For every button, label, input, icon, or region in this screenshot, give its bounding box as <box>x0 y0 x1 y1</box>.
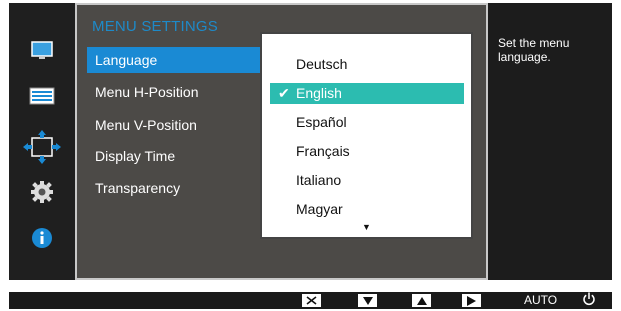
system-icon[interactable] <box>9 176 75 208</box>
language-option-deutsch[interactable]: Deutsch <box>270 54 464 75</box>
close-icon <box>306 296 317 305</box>
down-button[interactable] <box>358 294 377 307</box>
menu-item-display-time[interactable]: Display Time <box>87 143 267 169</box>
language-option-espanol[interactable]: Español <box>270 112 464 133</box>
size-position-icon[interactable] <box>9 130 75 164</box>
language-dropdown[interactable]: Deutsch ✔ English Español Français Italia… <box>260 32 473 239</box>
menu-item-language[interactable]: Language <box>87 47 263 73</box>
info-icon[interactable] <box>9 222 75 254</box>
auto-button[interactable]: AUTO <box>524 293 557 307</box>
menu-item-transparency[interactable]: Transparency <box>87 175 267 201</box>
menu-item-menu-v-position[interactable]: Menu V-Position <box>87 112 267 138</box>
triangle-right-icon <box>467 295 476 306</box>
language-option-italiano[interactable]: Italiano <box>270 170 464 191</box>
icon-sidebar <box>9 3 75 280</box>
menu-title: MENU SETTINGS <box>92 18 218 35</box>
close-button[interactable] <box>302 294 321 307</box>
language-option-francais[interactable]: Français <box>270 141 464 162</box>
scroll-down-icon[interactable]: ▼ <box>362 222 371 232</box>
triangle-up-icon <box>416 296 427 305</box>
up-button[interactable] <box>412 294 431 307</box>
menu-item-menu-h-position[interactable]: Menu H-Position <box>87 79 267 105</box>
picture-icon[interactable] <box>9 35 75 67</box>
power-icon <box>583 292 595 306</box>
check-icon: ✔ <box>278 85 290 101</box>
language-option-english[interactable]: ✔ English <box>270 83 464 104</box>
enter-button[interactable] <box>462 294 481 307</box>
triangle-down-icon <box>362 296 373 305</box>
language-option-magyar[interactable]: Magyar <box>270 199 464 220</box>
help-text: Set the menu language. <box>498 36 570 64</box>
color-icon[interactable] <box>9 80 75 112</box>
power-button[interactable] <box>582 292 596 311</box>
